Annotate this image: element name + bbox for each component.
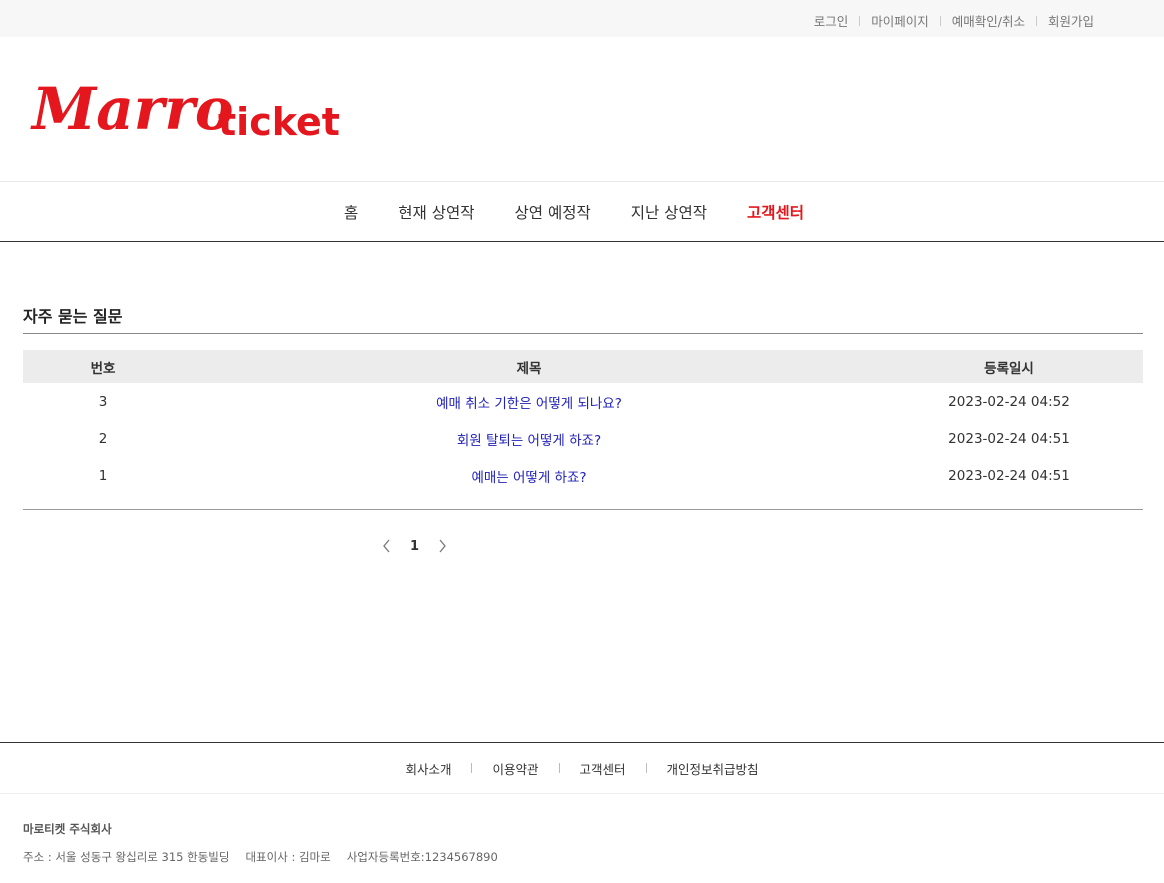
site-footer: 회사소개 이용약관 고객센터 개인정보취급방침 마로티켓 주식회사 주소 : 서… [0, 742, 1164, 883]
faq-subject-link[interactable]: 회원 탈퇴는 어떻게 하죠? [457, 433, 601, 449]
page-number-current[interactable]: 1 [410, 539, 419, 554]
column-header-date: 등록일시 [984, 360, 1034, 377]
row-date: 2023-02-24 04:52 [948, 393, 1070, 410]
company-address: 주소 : 서울 성동구 왕십리로 315 한동빌딩 [23, 850, 230, 864]
company-ceo: 대표이사 : 김마로 [245, 850, 331, 864]
column-header-number: 번호 [90, 360, 116, 377]
nav-current-shows[interactable]: 현재 상연작 [398, 201, 474, 223]
row-date: 2023-02-24 04:51 [948, 467, 1070, 484]
divider [1035, 15, 1037, 26]
divider [645, 763, 647, 773]
divider [558, 763, 560, 773]
marro-ticket-logo[interactable]: Marro ticket [30, 67, 350, 147]
mypage-link[interactable]: 마이페이지 [871, 11, 929, 30]
table-row: 2 회원 탈퇴는 어떻게 하죠? 2023-02-24 04:51 [23, 420, 1143, 457]
page-title: 자주 묻는 질문 [23, 307, 123, 326]
footer-links: 회사소개 이용약관 고객센터 개인정보취급방침 [0, 743, 1164, 794]
main-navigation: 홈 현재 상연작 상연 예정작 지난 상연작 고객센터 [0, 183, 1164, 242]
divider [859, 15, 861, 26]
table-row: 3 예매 취소 기한은 어떻게 되나요? 2023-02-24 04:52 [23, 383, 1143, 420]
company-info: 주소 : 서울 성동구 왕십리로 315 한동빌딩 대표이사 : 김마로 사업자… [23, 849, 514, 865]
top-utility-bar: 로그인 마이페이지 예매확인/취소 회원가입 [0, 0, 1164, 37]
business-number: 사업자등록번호:1234567890 [346, 850, 498, 864]
faq-subject-link[interactable]: 예매는 어떻게 하죠? [471, 470, 586, 486]
faq-subject-link[interactable]: 예매 취소 기한은 어떻게 되나요? [436, 396, 622, 412]
table-row: 1 예매는 어떻게 하죠? 2023-02-24 04:51 [23, 457, 1143, 494]
pagination: 1 [378, 537, 451, 555]
chevron-left-icon[interactable] [378, 537, 396, 555]
utility-links: 로그인 마이페이지 예매확인/취소 회원가입 [814, 11, 1094, 30]
table-bottom-divider [23, 509, 1143, 510]
logo-ticket-text: ticket [218, 100, 340, 144]
company-name: 마로티켓 주식회사 [23, 822, 112, 836]
faq-table: 번호 제목 등록일시 3 예매 취소 기한은 어떻게 되나요? 2023-02-… [23, 350, 1143, 494]
nav-upcoming-shows[interactable]: 상연 예정작 [515, 201, 591, 223]
site-header: Marro ticket [0, 37, 1164, 182]
row-number: 3 [98, 393, 108, 410]
login-link[interactable]: 로그인 [814, 11, 849, 30]
footer-link-terms[interactable]: 이용약관 [492, 759, 538, 778]
row-number: 2 [98, 430, 108, 447]
reservation-check-link[interactable]: 예매확인/취소 [952, 11, 1025, 30]
chevron-right-icon[interactable] [433, 537, 451, 555]
footer-link-privacy[interactable]: 개인정보취급방침 [667, 759, 759, 778]
row-number: 1 [98, 467, 108, 484]
nav-customer-center[interactable]: 고객센터 [747, 201, 804, 223]
divider [471, 763, 473, 773]
footer-link-about[interactable]: 회사소개 [405, 759, 451, 778]
logo-script-text: Marro [30, 75, 234, 143]
nav-past-shows[interactable]: 지난 상연작 [631, 201, 707, 223]
nav-home[interactable]: 홈 [344, 201, 358, 223]
column-header-title: 제목 [516, 360, 542, 377]
divider [939, 15, 941, 26]
title-divider [23, 333, 1143, 334]
signup-link[interactable]: 회원가입 [1048, 11, 1094, 30]
footer-link-customer-center[interactable]: 고객센터 [580, 759, 626, 778]
row-date: 2023-02-24 04:51 [948, 430, 1070, 447]
table-header-row: 번호 제목 등록일시 [23, 350, 1143, 383]
